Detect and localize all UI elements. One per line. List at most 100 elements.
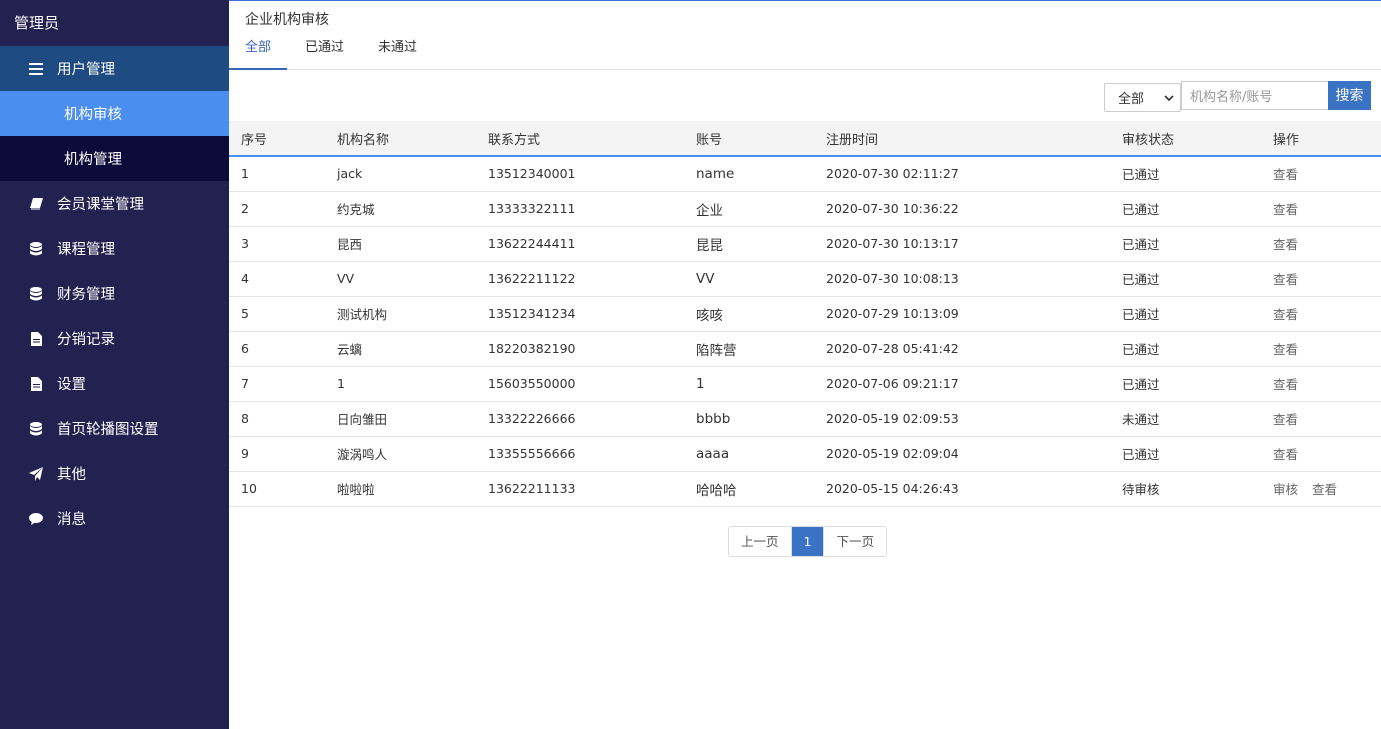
table-body: 1 jack 13512340001 name 2020-07-30 02:11:27 已… [229,156,1381,506]
view-link[interactable]: 查看 [1312,482,1337,497]
sidebar-item-label: 课程管理 [57,242,115,258]
cell-account: aaaa [696,445,730,462]
sidebar-header: 管理员 [14,14,60,32]
view-link[interactable]: 查看 [1273,167,1298,182]
sidebar-item-label: 设置 [57,377,86,393]
view-link[interactable]: 查看 [1273,412,1298,427]
cell-ops: 查看 [1261,191,1381,226]
cell-name: 日向雏田 [337,412,388,427]
view-link[interactable]: 查看 [1273,237,1298,252]
pagination: 上一页 1 下一页 [728,526,887,557]
tab-0[interactable]: 全部 [229,32,288,70]
column-header: 机构名称 [337,132,390,148]
sidebar-item-4[interactable]: 分销记录 [0,316,229,361]
next-page-button[interactable]: 下一页 [824,527,886,556]
cell-no: 8 [241,411,249,426]
column-header: 序号 [241,132,268,148]
sidebar-item-1[interactable]: 会员课堂管理 [0,181,229,226]
cell-status: 已通过 [1122,307,1160,322]
sidebar-item-label: 其他 [57,467,86,483]
cell-name: VV [337,271,355,286]
column-header: 账号 [696,132,723,148]
sidebar-item-7[interactable]: 其他 [0,451,229,496]
cell-ops: 审核 查看 [1261,471,1381,506]
tab-1[interactable]: 已通过 [289,32,360,70]
cell-no: 10 [241,481,257,496]
cell-account: 企业 [696,202,723,219]
book-icon [29,197,43,211]
column-header: 注册时间 [826,132,879,148]
cell-phone: 15603550000 [488,376,576,391]
view-link[interactable]: 查看 [1273,447,1298,462]
cell-time: 2020-07-30 02:11:27 [826,166,959,182]
view-link[interactable]: 查看 [1273,272,1298,287]
view-link[interactable]: 查看 [1273,342,1298,357]
cell-time: 2020-07-30 10:36:22 [826,201,959,216]
cell-name: 啦啦啦 [337,482,375,497]
sidebar-item-label: 用户管理 [57,62,115,78]
cell-no: 3 [241,236,249,251]
cell-status: 已通过 [1122,202,1160,217]
review-link[interactable]: 审核 [1273,482,1298,497]
search-input[interactable]: 机构名称/账号 [1181,80,1328,110]
sidebar-item-label: 会员课堂管理 [57,197,144,213]
cell-phone: 13355556666 [488,446,576,461]
cell-phone: 13622211122 [488,271,576,286]
column-header: 联系方式 [488,132,541,148]
column-header: 审核状态 [1122,132,1175,148]
column-header: 操作 [1273,132,1300,148]
cell-status: 已通过 [1122,167,1160,183]
sidebar-item-label: 首页轮播图设置 [57,422,159,438]
database-icon [29,241,43,256]
cell-ops: 查看 [1261,296,1381,331]
table-row: 9 漩涡鸣人 13355556666 aaaa 2020-05-19 02:09:04 已… [229,436,1381,471]
cell-phone: 13512340001 [488,166,576,182]
cell-name: 测试机构 [337,307,388,322]
cell-account: bbbb [696,410,731,427]
sidebar: 管理员 用户管理机构审核 机构管理会员课堂管理 课程管理财务管理 分销记录设置首页轮播… [0,0,229,729]
cell-ops: 查看 [1261,331,1381,366]
cell-phone: 13622244411 [488,236,576,251]
table-row: 2 约克城 13333322111 企业 2020-07-30 10:36:22 已通过 查… [229,191,1381,226]
sidebar-item-6[interactable]: 首页轮播图设置 [0,406,229,451]
cell-time: 2020-07-06 09:21:17 [826,376,959,391]
cell-phone: 13333322111 [488,201,576,216]
sidebar-item-8[interactable]: 消息 [0,496,229,541]
cell-no: 4 [241,271,249,286]
search-button[interactable]: 搜索 [1328,80,1371,110]
status-select[interactable]: 全部 [1104,82,1181,112]
table-row: 5 测试机构 13512341234 咳咳 2020-07-29 10:13:09 已通过… [229,296,1381,331]
sidebar-item-5[interactable]: 设置 [0,361,229,406]
cell-time: 2020-07-30 10:08:13 [826,271,959,286]
view-link[interactable]: 查看 [1273,377,1298,392]
cell-account: 陷阵营 [696,342,737,359]
cell-ops: 查看 [1261,156,1381,191]
sidebar-subitem-0-1[interactable]: 机构管理 [0,136,229,181]
sidebar-subitem-0-0[interactable]: 机构审核 [0,91,229,136]
sidebar-item-3[interactable]: 财务管理 [0,271,229,316]
cell-phone: 13622211133 [488,481,576,496]
cell-name: 云螭 [337,342,363,357]
tab-2[interactable]: 未通过 [362,32,433,70]
cell-no: 6 [241,341,249,356]
sidebar-item-2[interactable]: 课程管理 [0,226,229,271]
table-row: 10 啦啦啦 13622211133 哈哈哈 2020-05-15 04:26:43 待审… [229,471,1381,506]
cell-time: 2020-05-19 02:09:53 [826,411,959,426]
view-link[interactable]: 查看 [1273,307,1298,322]
cell-account: 咳咳 [696,307,723,324]
cell-status: 已通过 [1122,447,1160,462]
cell-status: 未通过 [1122,412,1160,427]
sidebar-item-label: 消息 [57,512,86,528]
page-1-button[interactable]: 1 [790,527,825,556]
file-icon [29,376,43,391]
cell-name: 约克城 [337,202,375,217]
cell-status: 待审核 [1122,482,1160,497]
status-select-value: 全部 [1118,91,1145,107]
cell-no: 9 [241,446,249,461]
cell-account: VV [696,270,715,287]
prev-page-button[interactable]: 上一页 [729,527,791,556]
table-row: 4 VV 13622211122 VV 2020-07-30 10:08:13 已通过 查看 [229,261,1381,296]
view-link[interactable]: 查看 [1273,202,1298,217]
cell-status: 已通过 [1122,377,1160,392]
sidebar-item-0[interactable]: 用户管理 [0,46,229,91]
